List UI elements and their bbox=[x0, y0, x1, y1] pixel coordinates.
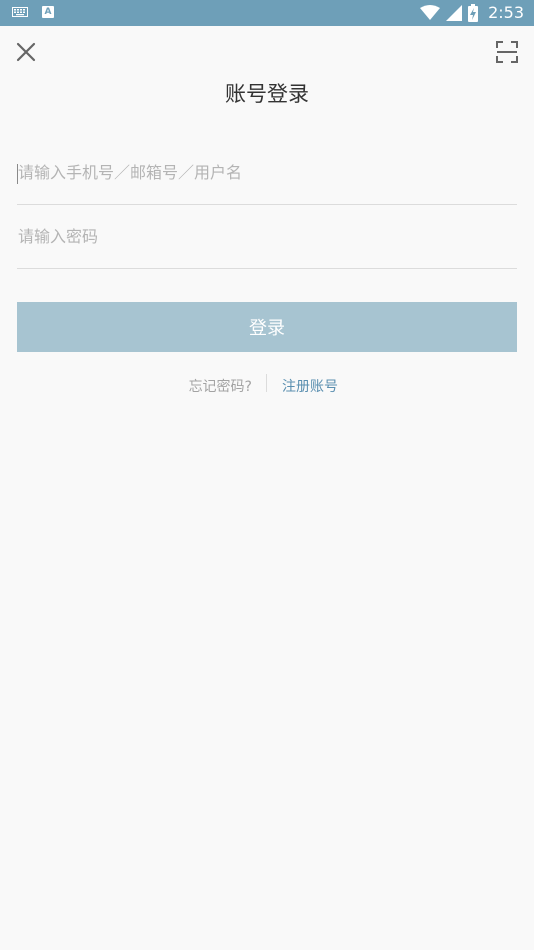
a-icon: A bbox=[42, 6, 54, 18]
password-input[interactable] bbox=[17, 204, 517, 268]
links-divider bbox=[266, 374, 267, 392]
login-button[interactable]: 登录 bbox=[17, 302, 517, 352]
battery-charging-icon bbox=[468, 4, 479, 22]
account-field[interactable] bbox=[17, 140, 517, 205]
keyboard-icon bbox=[12, 6, 28, 18]
register-link[interactable]: 注册账号 bbox=[282, 376, 338, 396]
page-title: 账号登录 bbox=[225, 82, 309, 106]
close-button[interactable] bbox=[14, 40, 38, 64]
signal-icon bbox=[446, 5, 463, 21]
status-time: 2:53 bbox=[488, 3, 524, 22]
scan-button[interactable] bbox=[496, 41, 518, 63]
status-bar: A 2:53 bbox=[0, 0, 534, 26]
wifi-icon bbox=[420, 5, 441, 21]
account-input[interactable] bbox=[17, 140, 517, 204]
scan-icon bbox=[496, 41, 518, 63]
auth-links: 忘记密码? 注册账号 bbox=[0, 374, 534, 396]
close-icon bbox=[16, 42, 36, 62]
password-field[interactable] bbox=[17, 204, 517, 269]
forgot-password-link[interactable]: 忘记密码? bbox=[189, 376, 252, 396]
